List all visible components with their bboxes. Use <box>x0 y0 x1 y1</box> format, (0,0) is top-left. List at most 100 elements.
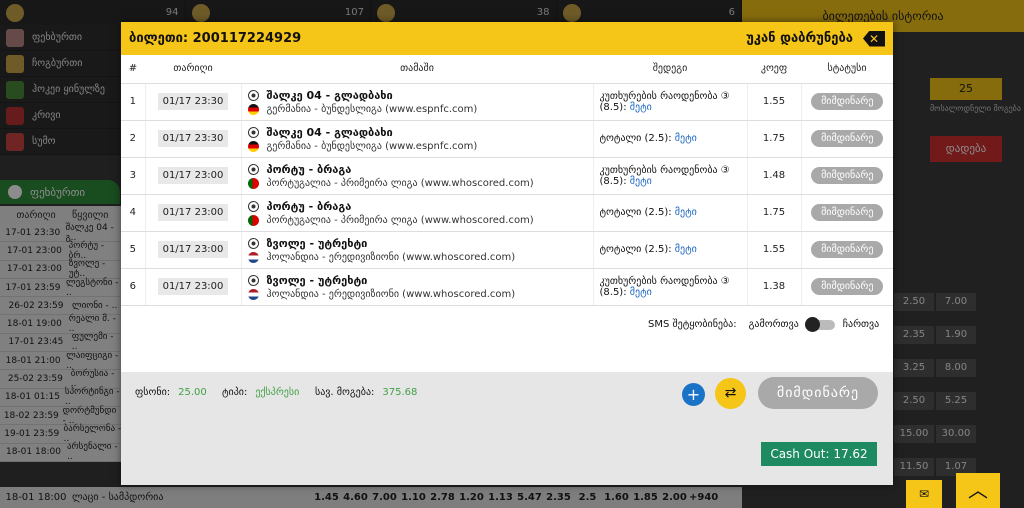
football-icon <box>247 237 259 249</box>
result-market: ტოტალი (2.5): <box>599 244 672 255</box>
row-teams[interactable]: ზვოლე - უტრეხტი <box>267 237 368 250</box>
row-game: შალკე 04 - გლადბახი გერმანია - ბუნდესლიგა… <box>241 120 594 158</box>
row-teams[interactable]: პორტუ - ბრაგა <box>267 163 352 176</box>
row-date: 01/17 23:00 <box>157 204 229 221</box>
row-odd: 1.75 <box>747 194 802 232</box>
modal-header: ბილეთი: 200117224929 უკან დაბრუნება ✕ <box>121 22 893 55</box>
status-pill-button[interactable]: მიმდინარე <box>758 377 878 409</box>
status-badge: მიმდინარე <box>811 204 884 221</box>
row-date: 01/17 23:00 <box>157 241 229 258</box>
result-pick: მეტი <box>629 101 652 113</box>
table-row: 6 01/17 23:00 ზვოლე - უტრეხტი ჰოლანდია - ერ… <box>121 268 893 306</box>
col-date: თარიღი <box>145 55 241 84</box>
table-row: 1 01/17 23:30 შალკე 04 - გლადბახი გერმანია … <box>121 83 893 121</box>
type-label: ტიპი: <box>222 387 248 398</box>
row-teams[interactable]: შალკე 04 - გლადბახი <box>267 126 393 139</box>
row-game: შალკე 04 - გლადბახი გერმანია - ბუნდესლიგა… <box>241 83 594 121</box>
type-value: ექსპრესი <box>255 387 300 398</box>
row-date: 01/17 23:30 <box>157 93 229 110</box>
row-result: კუთხურების რაოდენობა ③ (8.5): მეტი <box>593 268 748 306</box>
status-badge: მიმდინარე <box>811 241 884 258</box>
status-badge: მიმდინარე <box>811 130 884 147</box>
win-label: სავ. მოგება: <box>315 387 375 398</box>
row-league: გერმანია - ბუნდესლიგა (www.espnfc.com) <box>266 103 478 115</box>
row-num: 3 <box>121 157 146 195</box>
table-row: 3 01/17 23:00 პორტუ - ბრაგა პორტუგალია - პრ… <box>121 157 893 195</box>
row-status-cell: მიმდინარე <box>801 194 893 232</box>
ticket-modal: ბილეთი: 200117224929 უკან დაბრუნება ✕ # … <box>121 22 893 485</box>
row-odd: 1.75 <box>747 120 802 158</box>
row-date: 01/17 23:00 <box>157 167 229 184</box>
row-date: 01/17 23:30 <box>157 130 229 147</box>
football-icon <box>247 126 259 138</box>
country-flag-icon <box>247 288 259 300</box>
row-date-cell: 01/17 23:00 <box>145 268 242 306</box>
stake-info: ფსონი: 25.00 <box>135 387 207 398</box>
cashout-button[interactable]: Cash Out: 17.62 <box>761 442 877 466</box>
row-league: პორტუგალია - პრიმეირა ლიგა (www.whoscore… <box>266 177 534 189</box>
row-status-cell: მიმდინარე <box>801 157 893 195</box>
back-button[interactable]: უკან დაბრუნება ✕ <box>746 30 885 47</box>
result-market: კუთხურების რაოდენობა ③ (8.5): <box>599 164 730 187</box>
football-icon <box>247 274 259 286</box>
col-odd: კოეფ <box>747 55 801 84</box>
row-date: 01/17 23:00 <box>157 278 229 295</box>
result-market: კუთხურების რაოდენობა ③ (8.5): <box>599 90 730 113</box>
row-result: ტოტალი (2.5): მეტი <box>593 231 748 269</box>
back-close-icon: ✕ <box>863 30 885 47</box>
sms-label: SMS შეტყობინება: <box>648 319 737 330</box>
row-status-cell: მიმდინარე <box>801 83 893 121</box>
result-pick: მეტი <box>629 286 652 298</box>
row-game: პორტუ - ბრაგა პორტუგალია - პრიმეირა ლიგა … <box>241 157 594 195</box>
football-icon <box>247 163 259 175</box>
row-teams[interactable]: ზვოლე - უტრეხტი <box>267 274 368 287</box>
plus-icon[interactable]: + <box>682 383 705 406</box>
row-num: 6 <box>121 268 146 306</box>
result-pick: მეტი <box>629 175 652 187</box>
row-odd: 1.48 <box>747 157 802 195</box>
row-date-cell: 01/17 23:00 <box>145 231 242 269</box>
row-status-cell: მიმდინარე <box>801 268 893 306</box>
bets-table: # თარიღი თამაში შედეგი კოეფ სტატუსი 1 01/… <box>121 55 893 306</box>
row-odd: 1.55 <box>747 231 802 269</box>
football-icon <box>247 200 259 212</box>
country-flag-icon <box>247 140 259 152</box>
col-status: სტატუსი <box>801 55 893 84</box>
row-date-cell: 01/17 23:00 <box>145 157 242 195</box>
row-result: ტოტალი (2.5): მეტი <box>593 194 748 232</box>
row-league: გერმანია - ბუნდესლიგა (www.espnfc.com) <box>266 140 478 152</box>
row-num: 2 <box>121 120 146 158</box>
result-market: კუთხურების რაოდენობა ③ (8.5): <box>599 275 730 298</box>
row-teams[interactable]: შალკე 04 - გლადბახი <box>267 89 393 102</box>
col-game: თამაში <box>241 55 593 84</box>
sms-notification: SMS შეტყობინება: გამორთვა ჩართვა <box>648 316 880 332</box>
share-icon[interactable]: ⇄ <box>715 378 746 409</box>
row-result: კუთხურების რაოდენობა ③ (8.5): მეტი <box>593 83 748 121</box>
result-market: ტოტალი (2.5): <box>599 207 672 218</box>
table-row: 5 01/17 23:00 ზვოლე - უტრეხტი ჰოლანდია - ერ… <box>121 231 893 269</box>
back-label: უკან დაბრუნება <box>746 31 853 46</box>
football-icon <box>247 89 259 101</box>
row-status-cell: მიმდინარე <box>801 120 893 158</box>
scroll-top-icon[interactable]: ︿ <box>956 473 1000 508</box>
row-status-cell: მიმდინარე <box>801 231 893 269</box>
sms-toggle[interactable] <box>804 316 835 332</box>
row-game: ზვოლე - უტრეხტი ჰოლანდია - ერედივიზიონი (… <box>241 231 594 269</box>
row-result: ტოტალი (2.5): მეტი <box>593 120 748 158</box>
country-flag-icon <box>247 177 259 189</box>
row-teams[interactable]: პორტუ - ბრაგა <box>267 200 352 213</box>
result-pick: მეტი <box>674 244 697 255</box>
status-badge: მიმდინარე <box>811 167 884 184</box>
row-odd: 1.55 <box>747 83 802 121</box>
row-num: 4 <box>121 194 146 232</box>
ticket-title: ბილეთი: 200117224929 <box>129 31 302 46</box>
chat-icon[interactable]: ✉ <box>906 480 942 508</box>
row-num: 5 <box>121 231 146 269</box>
country-flag-icon <box>247 214 259 226</box>
row-date-cell: 01/17 23:30 <box>145 120 242 158</box>
win-info: სავ. მოგება: 375.68 <box>315 387 417 398</box>
stake-label: ფსონი: <box>135 387 171 398</box>
result-pick: მეტი <box>674 207 697 218</box>
status-badge: მიმდინარე <box>811 93 884 110</box>
sms-on-label: ჩართვა <box>842 319 880 330</box>
